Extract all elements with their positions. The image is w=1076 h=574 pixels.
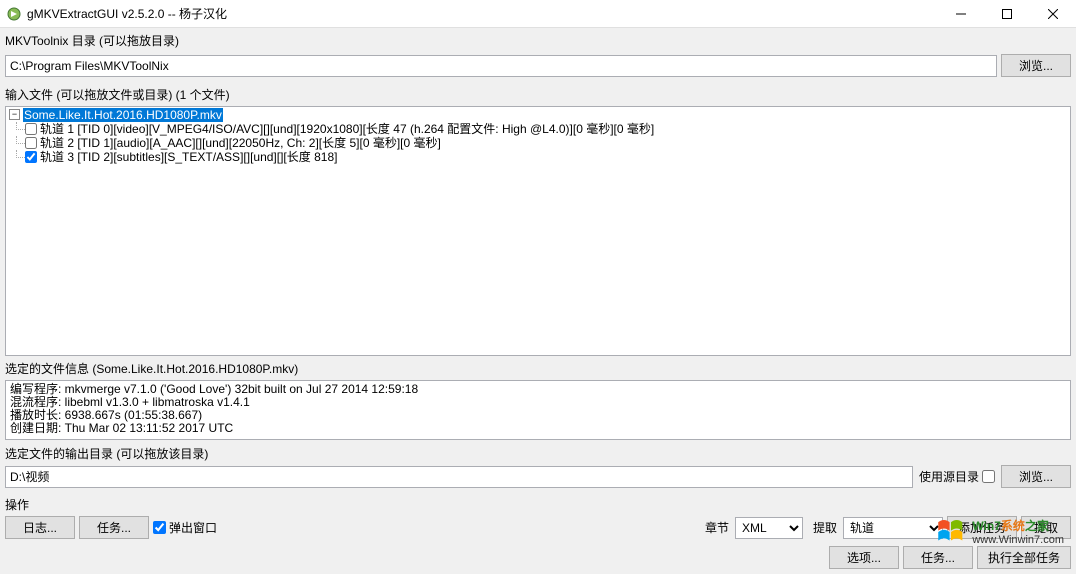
mkvtoolnix-dir-input[interactable] <box>5 55 997 77</box>
fileinfo-title: 选定的文件信息 (Some.Like.It.Hot.2016.HD1080P.m… <box>0 356 1076 380</box>
input-file-tree[interactable]: − Some.Like.It.Hot.2016.HD1080P.mkv 轨道 1… <box>5 106 1071 356</box>
extract-button[interactable]: 提取 <box>1021 516 1071 539</box>
mkvtoolnix-dir-label: MKVToolnix 目录 (可以拖放目录) <box>0 28 1076 52</box>
track-checkbox[interactable] <box>25 123 37 135</box>
use-source-dir-label: 使用源目录 <box>919 468 979 485</box>
input-files-label: 输入文件 (可以拖放文件或目录) (1 个文件) <box>0 82 1076 106</box>
tree-root[interactable]: − Some.Like.It.Hot.2016.HD1080P.mkv <box>7 108 1069 122</box>
log-button[interactable]: 日志... <box>5 516 75 539</box>
popup-label: 弹出窗口 <box>169 519 217 536</box>
extract-mode-select[interactable]: 轨道 <box>843 517 943 539</box>
app-icon <box>6 6 22 22</box>
tree-root-label[interactable]: Some.Like.It.Hot.2016.HD1080P.mkv <box>23 108 223 122</box>
jobs-button[interactable]: 任务... <box>79 516 149 539</box>
track-checkbox[interactable] <box>25 137 37 149</box>
popup-checkbox[interactable]: 弹出窗口 <box>153 519 217 536</box>
close-button[interactable] <box>1030 0 1076 28</box>
fileinfo-box: 编写程序: mkvmerge v7.1.0 ('Good Love') 32bi… <box>5 380 1071 440</box>
browse-output-button[interactable]: 浏览... <box>1001 465 1071 488</box>
chapter-format-select[interactable]: XML <box>735 517 803 539</box>
collapse-icon[interactable]: − <box>9 109 20 120</box>
minimize-button[interactable] <box>938 0 984 28</box>
browse-mkvtoolnix-button[interactable]: 浏览... <box>1001 54 1071 77</box>
execute-all-button[interactable]: 执行全部任务 <box>977 546 1071 569</box>
tree-track-item[interactable]: 轨道 3 [TID 2][subtitles][S_TEXT/ASS][][un… <box>25 150 1069 164</box>
output-dir-input[interactable] <box>5 466 913 488</box>
track-label: 轨道 1 [TID 0][video][V_MPEG4/ISO/AVC][][u… <box>40 122 654 136</box>
tree-track-item[interactable]: 轨道 2 [TID 1][audio][A_AAC][][und][22050H… <box>25 136 1069 150</box>
tree-track-item[interactable]: 轨道 1 [TID 0][video][V_MPEG4/ISO/AVC][][u… <box>25 122 1069 136</box>
window-title: gMKVExtractGUI v2.5.2.0 -- 杨子汉化 <box>27 5 938 22</box>
options-button[interactable]: 选项... <box>829 546 899 569</box>
output-dir-label: 选定文件的输出目录 (可以拖放该目录) <box>0 440 1076 465</box>
maximize-button[interactable] <box>984 0 1030 28</box>
jobs-button-2[interactable]: 任务... <box>903 546 973 569</box>
track-checkbox[interactable] <box>25 151 37 163</box>
title-bar: gMKVExtractGUI v2.5.2.0 -- 杨子汉化 <box>0 0 1076 28</box>
track-label: 轨道 2 [TID 1][audio][A_AAC][][und][22050H… <box>40 136 441 150</box>
use-source-dir-checkbox[interactable]: 使用源目录 <box>919 468 995 485</box>
operations-label: 操作 <box>0 493 1076 516</box>
extract-label: 提取 <box>813 519 837 536</box>
add-job-button[interactable]: 添加任务 <box>947 516 1017 539</box>
chapter-label: 章节 <box>705 519 729 536</box>
track-label: 轨道 3 [TID 2][subtitles][S_TEXT/ASS][][un… <box>40 150 337 164</box>
